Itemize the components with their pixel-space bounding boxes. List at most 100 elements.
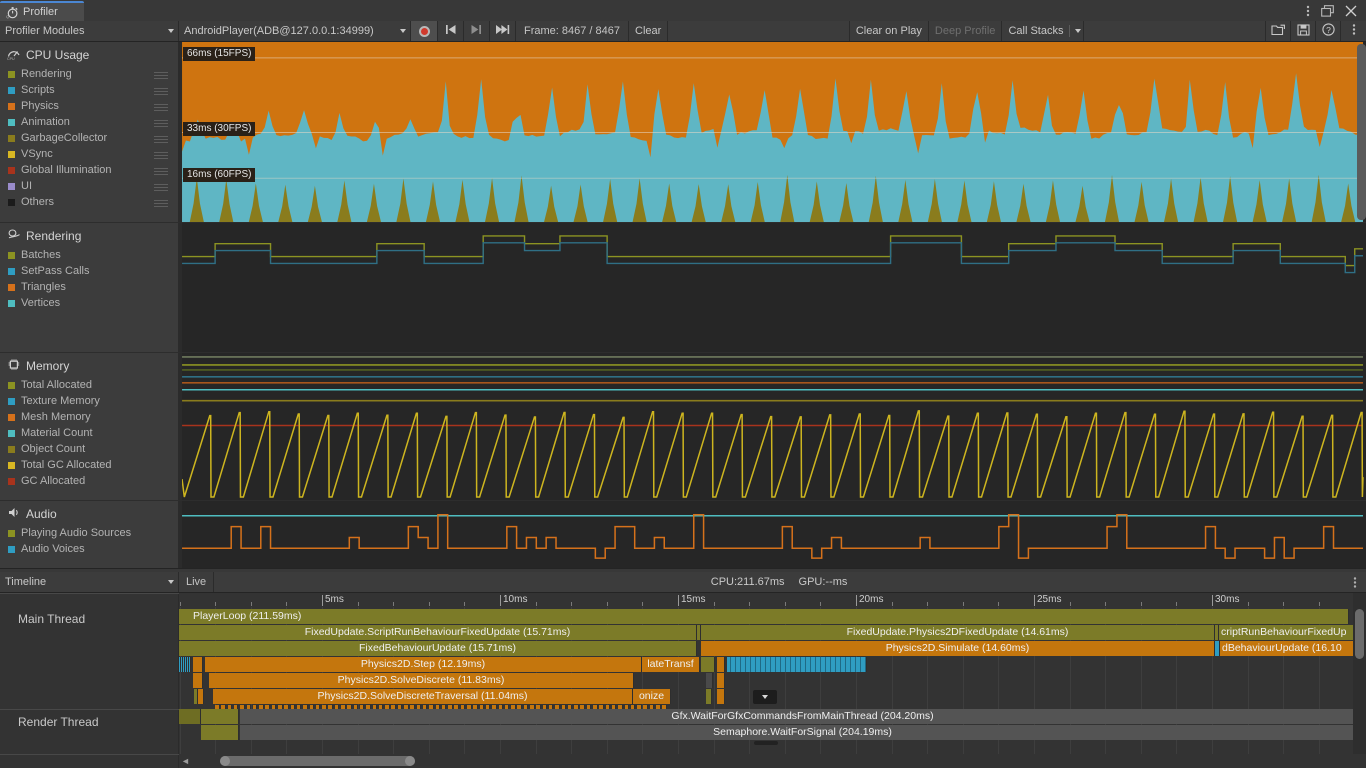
legend-item[interactable]: Physics: [8, 98, 178, 114]
restore-window-icon[interactable]: [1321, 5, 1334, 17]
timeline-sample-tick[interactable]: [813, 657, 817, 672]
legend-item[interactable]: GarbageCollector: [8, 130, 178, 146]
module-cpu-usage[interactable]: CPU CPU Usage Rendering Scripts Physics Ani…: [0, 42, 1366, 223]
timeline-sample-tick[interactable]: [798, 657, 802, 672]
audio-chart[interactable]: [179, 501, 1366, 568]
timeline-sample-tick[interactable]: [738, 657, 742, 672]
target-player-dropdown[interactable]: AndroidPlayer(ADB@127.0.0.1:34999): [179, 21, 411, 41]
legend-drag-handle[interactable]: [154, 136, 168, 143]
legend-drag-handle[interactable]: [154, 184, 168, 191]
module-memory[interactable]: Memory Total Allocated Texture Memory Mesh…: [0, 353, 1366, 501]
legend-item[interactable]: VSync: [8, 146, 178, 162]
memory-chart[interactable]: [179, 353, 1366, 500]
thread-label-main[interactable]: Main Thread: [18, 612, 85, 626]
legend-drag-handle[interactable]: [154, 168, 168, 175]
save-profile-button[interactable]: [1291, 21, 1316, 41]
timeline-sample-tick[interactable]: [803, 657, 807, 672]
legend-item[interactable]: Rendering: [8, 66, 178, 82]
timeline-sample-tick[interactable]: [863, 657, 867, 672]
timeline-sample-bar[interactable]: Physics2D.Step (12.19ms): [205, 657, 642, 672]
timeline-sample-tick[interactable]: [793, 657, 797, 672]
timeline-sample-bar[interactable]: [201, 709, 239, 724]
load-profile-button[interactable]: [1266, 21, 1291, 41]
cpu-usage-chart[interactable]: 66ms (15FPS) 33ms (30FPS) 16ms (60FPS): [179, 42, 1366, 222]
timeline-sample-bar[interactable]: [717, 673, 725, 688]
legend-item[interactable]: UI: [8, 178, 178, 194]
timeline-sample-bar[interactable]: [706, 673, 713, 688]
profiler-tab[interactable]: Q Profiler: [0, 1, 84, 21]
legend-item[interactable]: Object Count: [8, 441, 178, 457]
legend-item[interactable]: Total Allocated: [8, 377, 178, 393]
timeline-sample-tick[interactable]: [788, 657, 792, 672]
legend-item[interactable]: Triangles: [8, 279, 178, 295]
timeline-sample-tick[interactable]: [748, 657, 752, 672]
timeline-sample-bar[interactable]: Physics2D.Simulate (14.60ms): [701, 641, 1215, 656]
timeline-canvas[interactable]: 5ms 10ms 15ms 20ms 25ms 30ms PlayerLoop (211.…: [179, 593, 1366, 768]
timeline-sample-bar[interactable]: Physics2D.SolveDiscrete (11.83ms): [209, 673, 634, 688]
legend-drag-handle[interactable]: [154, 152, 168, 159]
timeline-sample-tick[interactable]: [190, 657, 192, 672]
module-audio[interactable]: Audio Playing Audio Sources Audio Voices: [0, 501, 1366, 569]
timeline-sample-bar[interactable]: lateTransf: [642, 657, 700, 672]
timeline-sample-bar[interactable]: Gfx.WaitForGfxCommandsFromMainThread (20…: [240, 709, 1366, 724]
close-icon[interactable]: [1345, 5, 1357, 17]
timeline-sample-bar[interactable]: PlayerLoop (211.59ms): [179, 609, 1349, 624]
timeline-sample-bar[interactable]: [179, 709, 201, 724]
timeline-sample-tick[interactable]: [833, 657, 837, 672]
timeline-vertical-scrollbar[interactable]: [1353, 593, 1366, 768]
timeline-sample-tick[interactable]: [763, 657, 767, 672]
timeline-horizontal-scrollbar[interactable]: ◄: [179, 754, 1366, 768]
timeline-sample-tick[interactable]: [808, 657, 812, 672]
call-stacks-dropdown[interactable]: Call Stacks: [1002, 21, 1085, 41]
timeline-sample-tick[interactable]: [753, 657, 757, 672]
timeline-sample-tick[interactable]: [828, 657, 832, 672]
timeline-sample-tick[interactable]: [843, 657, 847, 672]
legend-drag-handle[interactable]: [154, 120, 168, 127]
timeline-sample-bar[interactable]: [717, 657, 725, 672]
timeline-sample-tick[interactable]: [733, 657, 737, 672]
legend-item[interactable]: Scripts: [8, 82, 178, 98]
timeline-view-dropdown[interactable]: Timeline: [0, 572, 179, 592]
timeline-sample-bar[interactable]: FixedUpdate.ScriptRunBehaviourFixedUpdat…: [179, 625, 697, 640]
legend-item[interactable]: Playing Audio Sources: [8, 525, 178, 541]
legend-item[interactable]: Total GC Allocated: [8, 457, 178, 473]
legend-drag-handle[interactable]: [154, 88, 168, 95]
timeline-sample-bar[interactable]: [198, 689, 204, 704]
profiler-modules-dropdown[interactable]: Profiler Modules: [0, 21, 179, 41]
legend-item[interactable]: Material Count: [8, 425, 178, 441]
next-frame-button[interactable]: [464, 21, 490, 41]
legend-item[interactable]: Global Illumination: [8, 162, 178, 178]
timeline-sample-bar[interactable]: [701, 657, 715, 672]
live-button[interactable]: Live: [179, 572, 215, 592]
hscroll-track[interactable]: [192, 756, 1366, 766]
legend-item[interactable]: Others: [8, 194, 178, 210]
timeline-ruler[interactable]: 5ms 10ms 15ms 20ms 25ms 30ms: [179, 593, 1366, 607]
legend-item[interactable]: Texture Memory: [8, 393, 178, 409]
thread-label-render[interactable]: Render Thread: [18, 715, 99, 729]
rendering-chart[interactable]: [179, 223, 1366, 352]
timeline-sample-bar[interactable]: [717, 689, 725, 704]
timeline-sample-tick[interactable]: [743, 657, 747, 672]
timeline-sample-bar[interactable]: [706, 689, 712, 704]
first-frame-button[interactable]: [438, 21, 464, 41]
timeline-sample-tick[interactable]: [858, 657, 862, 672]
last-frame-button[interactable]: [490, 21, 516, 41]
timeline-sample-bar[interactable]: onize: [633, 689, 671, 704]
module-rendering[interactable]: Rendering Batches SetPass Calls Triangles V…: [0, 223, 1366, 353]
clear-on-play-toggle[interactable]: Clear on Play: [849, 21, 929, 41]
timeline-more-button[interactable]: [1344, 572, 1366, 592]
timeline-sample-bar[interactable]: Physics2D.SolveDiscreteTraversal (11.04m…: [213, 689, 633, 704]
legend-item[interactable]: Mesh Memory: [8, 409, 178, 425]
timeline-sample-tick[interactable]: [758, 657, 762, 672]
timeline-sample-tick[interactable]: [728, 657, 732, 672]
timeline-sample-bar[interactable]: criptRunBehaviourFixedUp: [1219, 625, 1366, 640]
legend-drag-handle[interactable]: [154, 104, 168, 111]
timeline-sample-tick[interactable]: [768, 657, 772, 672]
legend-item[interactable]: Vertices: [8, 295, 178, 311]
timeline-sample-tick[interactable]: [853, 657, 857, 672]
timeline-sample-bar[interactable]: [201, 725, 239, 740]
deep-profile-toggle[interactable]: Deep Profile: [928, 21, 1003, 41]
timeline-sample-tick[interactable]: [818, 657, 822, 672]
legend-drag-handle[interactable]: [154, 72, 168, 79]
timeline-sample-tick[interactable]: [783, 657, 787, 672]
